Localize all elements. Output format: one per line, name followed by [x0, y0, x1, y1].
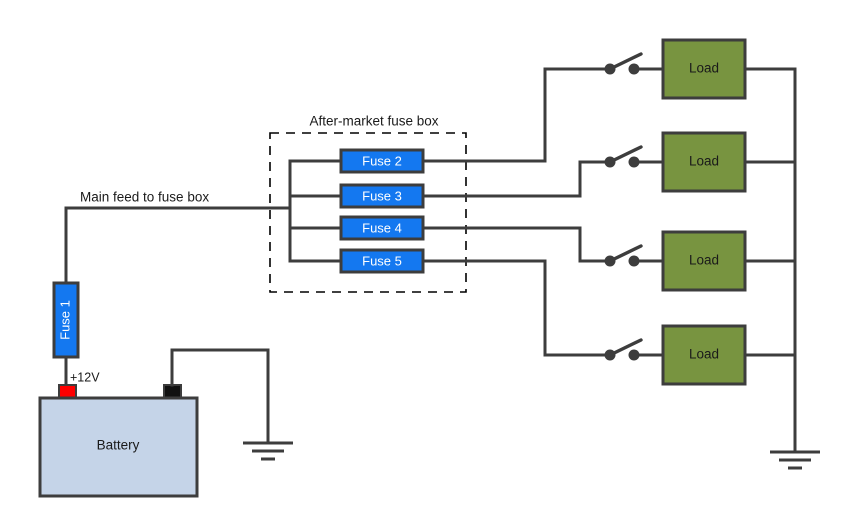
- battery-group[interactable]: Battery: [38, 384, 199, 498]
- fuse-3-group[interactable]: Fuse 3: [339, 183, 425, 209]
- load-1-group[interactable]: Load: [661, 38, 747, 100]
- fuse5-to-switch4-wire: [421, 259, 612, 357]
- fuse-5-group[interactable]: Fuse 5: [339, 248, 425, 274]
- voltage-label: +12V: [70, 370, 100, 384]
- load-return-bus-group: [743, 67, 797, 454]
- fuse-3-label: Fuse 3: [362, 188, 402, 203]
- fuse-1-label: Fuse 1: [57, 300, 72, 340]
- battery-ground-icon: [243, 441, 293, 461]
- fuse-5-label: Fuse 5: [362, 253, 402, 268]
- load-3-group[interactable]: Load: [661, 230, 747, 292]
- load-return-ground-icon: [770, 450, 820, 470]
- switch-3-group[interactable]: [604, 244, 665, 267]
- load-4-group[interactable]: Load: [661, 324, 747, 386]
- load-4-label: Load: [689, 347, 719, 362]
- fuse2-to-switch1-wire: [421, 67, 612, 163]
- fuse-2-label: Fuse 2: [362, 153, 402, 168]
- main-feed-label: Main feed to fuse box: [80, 190, 209, 205]
- fuse-1-group[interactable]: Fuse 1: [52, 273, 80, 387]
- load-2-label: Load: [689, 154, 719, 169]
- switch-2-group[interactable]: [604, 145, 665, 168]
- wiring-diagram-svg: Main feed to fuse box After-market fuse …: [38, 38, 820, 498]
- fuse-4-group[interactable]: Fuse 4: [339, 215, 425, 241]
- fuse-2-group[interactable]: Fuse 2: [339, 148, 425, 174]
- load-2-group[interactable]: Load: [661, 131, 747, 193]
- fuse4-to-switch3-wire: [421, 226, 612, 263]
- fuse-box-title-label: After-market fuse box: [309, 114, 438, 129]
- battery-label: Battery: [97, 438, 140, 453]
- load-3-label: Load: [689, 253, 719, 268]
- switch-4-group[interactable]: [604, 338, 665, 361]
- main-feed-wire: [64, 206, 292, 277]
- load-1-label: Load: [689, 61, 719, 76]
- main-feed-wire-group: [64, 206, 292, 277]
- fuse3-to-switch2-wire: [421, 160, 612, 198]
- switch-1-group[interactable]: [604, 52, 665, 75]
- circuit-diagram-canvas: Main feed to fuse box After-market fuse …: [0, 0, 850, 531]
- fuse-4-label: Fuse 4: [362, 220, 402, 235]
- fuse-box-bus-group: [288, 159, 343, 263]
